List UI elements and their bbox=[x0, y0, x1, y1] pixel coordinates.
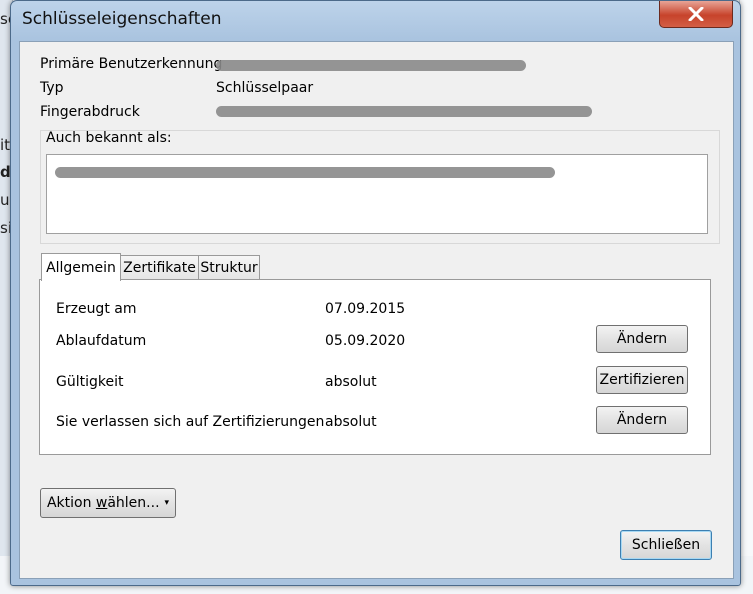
created-label: Erzeugt am bbox=[56, 301, 137, 317]
created-value: 07.09.2015 bbox=[325, 301, 406, 317]
close-button[interactable]: Schließen bbox=[620, 530, 712, 560]
tab-structure[interactable]: Struktur bbox=[198, 255, 260, 280]
type-label: Typ bbox=[40, 80, 64, 96]
chevron-down-icon: ▾ bbox=[164, 498, 170, 508]
choose-action-label: Aktion wählen... bbox=[46, 495, 160, 511]
fingerprint-label: Fingerabdruck bbox=[40, 104, 140, 120]
dialog-title: Schlüsseleigenschaften bbox=[22, 9, 222, 29]
also-known-as-list[interactable] bbox=[46, 154, 708, 234]
key-properties-dialog: Schlüsseleigenschaften Primäre Benutzerk… bbox=[10, 0, 741, 586]
expiry-value: 05.09.2020 bbox=[325, 333, 406, 349]
change-trust-button[interactable]: Ändern bbox=[596, 406, 688, 434]
redacted-fingerprint bbox=[216, 106, 592, 117]
validity-value: absolut bbox=[325, 374, 377, 390]
change-expiry-button[interactable]: Ändern bbox=[596, 325, 688, 353]
close-window-button[interactable] bbox=[659, 1, 733, 28]
redacted-primary-user-id bbox=[216, 60, 526, 71]
validity-label: Gültigkeit bbox=[56, 374, 124, 390]
dialog-client-area: Primäre Benutzerkennung Typ Schlüsselpaa… bbox=[19, 41, 734, 579]
trust-label: Sie verlassen sich auf Zertifizierungen bbox=[56, 414, 325, 430]
tab-general[interactable]: Allgemein bbox=[41, 253, 121, 281]
choose-action-dropdown[interactable]: Aktion wählen... ▾ bbox=[40, 488, 176, 518]
tab-certificates[interactable]: Zertifikate bbox=[120, 255, 199, 280]
primary-user-id-label: Primäre Benutzerkennung bbox=[40, 56, 223, 72]
general-tab-panel: Erzeugt am 07.09.2015 Ablaufdatum 05.09.… bbox=[39, 279, 711, 455]
close-icon bbox=[688, 7, 704, 21]
type-value: Schlüsselpaar bbox=[216, 80, 314, 96]
also-known-as-label: Auch bekannt als: bbox=[46, 130, 172, 146]
background-scroll-edge bbox=[739, 0, 753, 594]
expiry-label: Ablaufdatum bbox=[56, 333, 147, 349]
certify-button[interactable]: Zertifizieren bbox=[596, 366, 688, 394]
redacted-alias-entry bbox=[55, 167, 555, 178]
trust-value: absolut bbox=[325, 414, 377, 430]
